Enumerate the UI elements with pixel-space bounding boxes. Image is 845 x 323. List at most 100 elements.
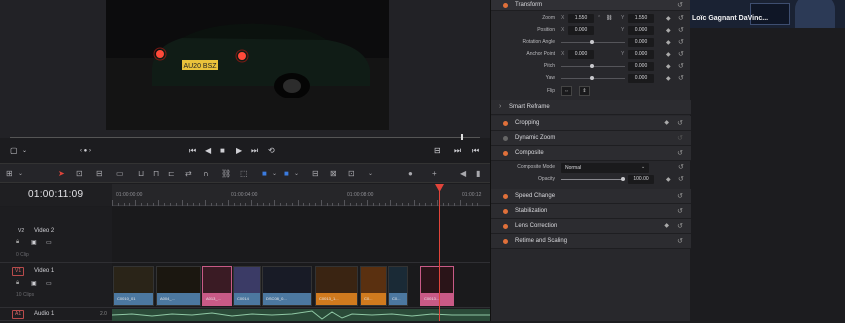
skip-to-end-icon[interactable]: ⏭ — [251, 146, 258, 156]
reset-icon[interactable]: ↺ — [677, 222, 683, 230]
opacity-field[interactable]: 100.00 — [628, 175, 654, 184]
skip-to-start-icon[interactable]: ⏮ — [189, 146, 196, 156]
reset-icon[interactable]: ↺ — [677, 207, 683, 215]
play-icon[interactable]: ▶ — [236, 146, 242, 156]
enable-dot-icon[interactable] — [503, 151, 508, 156]
position-x-field[interactable]: 0.000 — [568, 26, 594, 35]
reset-icon[interactable]: ↺ — [677, 237, 683, 245]
rotation-field[interactable]: 0.000 — [628, 38, 654, 47]
yaw-slider-knob[interactable] — [590, 76, 594, 80]
stop-icon[interactable]: ■ — [220, 146, 225, 156]
audio-meter-icon[interactable]: ▮ — [476, 169, 480, 179]
reset-icon[interactable]: ↺ — [677, 192, 683, 200]
lock-icon[interactable]: 🔒︎ — [16, 280, 19, 287]
track-name-v1[interactable]: Video 1 — [34, 268, 54, 274]
blade-tool-icon[interactable]: ⊟ — [96, 169, 103, 179]
chevron-down-icon[interactable]: ⌄ — [641, 164, 645, 170]
pitch-slider-knob[interactable] — [590, 64, 594, 68]
arrow-icon[interactable]: ⇄ — [185, 169, 192, 179]
keyframe-icon[interactable]: ◆ — [664, 119, 669, 126]
scrub-playhead[interactable] — [461, 134, 463, 140]
prev-frame-icon[interactable]: ⏭ — [454, 146, 461, 156]
track-badge-a1[interactable]: A1 — [12, 310, 25, 319]
enable-dot-icon[interactable] — [503, 121, 508, 126]
section-composite[interactable]: Composite ↺ — [491, 146, 691, 161]
next-frame-icon[interactable]: ⏮ — [472, 146, 479, 156]
step-back-icon[interactable]: ◀ — [205, 146, 211, 156]
flag-blue-icon[interactable]: ■ — [262, 169, 267, 179]
timeline-clip[interactable]: C0010_01 — [113, 266, 154, 306]
composite-mode-select[interactable]: Normal — [561, 163, 649, 173]
insert-clip-icon[interactable]: ⊔ — [138, 169, 144, 179]
marker-blue-icon[interactable]: ■ — [284, 169, 289, 179]
reset-icon[interactable]: ↺ — [678, 38, 684, 46]
video-frame[interactable]: AU20 BSZ — [106, 0, 389, 130]
reset-icon[interactable]: ↺ — [678, 175, 684, 183]
arrow-up-icon[interactable]: ⌃ — [597, 15, 601, 21]
track-badge-v2[interactable]: V2 — [16, 228, 26, 235]
link-icon[interactable]: ⛓ — [221, 169, 231, 179]
reset-icon[interactable]: ↺ — [678, 62, 684, 70]
dot-menu-icon[interactable]: ‹ ● › — [80, 146, 91, 156]
zoom-detail-icon[interactable]: ⊠ — [330, 169, 337, 179]
chevron-down-icon[interactable]: ⌄ — [272, 169, 277, 179]
yaw-field[interactable]: 0.000 — [628, 74, 654, 83]
timeline-clip[interactable]: C0014 — [233, 266, 261, 306]
enable-dot-icon[interactable] — [503, 194, 508, 199]
viewer-mode-icon[interactable]: ▢ — [10, 146, 18, 156]
enable-dot-icon[interactable] — [503, 209, 508, 214]
enable-dot-icon[interactable] — [503, 136, 508, 141]
reset-icon[interactable]: ↺ — [678, 26, 684, 34]
section-cropping[interactable]: Cropping ◆ ↺ — [491, 116, 691, 131]
keyframe-icon[interactable]: ◆ — [666, 75, 671, 82]
enable-dot-icon[interactable] — [503, 224, 508, 229]
chevron-down-icon[interactable]: ⌄ — [18, 169, 23, 179]
reset-icon[interactable]: ↺ — [678, 74, 684, 82]
dynamic-trim-icon[interactable]: ▭ — [116, 169, 124, 179]
keyframe-icon[interactable]: ◆ — [666, 51, 671, 58]
auto-track-icon[interactable]: ▣ — [31, 239, 37, 246]
enable-dot-icon[interactable] — [503, 3, 508, 8]
match-frame-icon[interactable]: ⊟ — [434, 146, 441, 156]
timeline-clip[interactable]: C0... — [360, 266, 387, 306]
keyframe-icon[interactable]: ◆ — [666, 27, 671, 34]
lock-icon[interactable]: 🔒︎ — [16, 239, 19, 246]
section-transform[interactable]: Transform ↺ — [491, 0, 691, 11]
zoom-in-icon[interactable]: + — [432, 169, 437, 179]
zoom-y-field[interactable]: 1.550 — [628, 14, 654, 23]
loop-icon[interactable]: ⟲ — [268, 146, 275, 156]
position-lock-icon[interactable]: ⬚ — [240, 169, 248, 179]
pitch-field[interactable]: 0.000 — [628, 62, 654, 71]
section-speed-change[interactable]: Speed Change ↺ — [491, 189, 691, 204]
opacity-slider[interactable] — [561, 179, 625, 180]
timeline-clip[interactable]: A004_... — [156, 266, 201, 306]
audio-clip[interactable] — [111, 309, 490, 321]
auto-track-icon[interactable]: ▣ — [31, 280, 37, 287]
flip-vertical-button[interactable]: ⇕ — [579, 86, 590, 96]
reset-icon[interactable]: ↺ — [677, 134, 683, 142]
section-lens-correction[interactable]: Lens Correction ◆ ↺ — [491, 219, 691, 234]
keyframe-icon[interactable]: ◆ — [664, 222, 669, 229]
timeline-timecode[interactable]: 01:00:11:09 — [28, 189, 83, 200]
flip-horizontal-button[interactable]: ⇔ — [561, 86, 572, 96]
disable-track-icon[interactable]: ▭ — [46, 239, 52, 246]
keyframe-icon[interactable]: ◆ — [666, 63, 671, 70]
selection-tool-icon[interactable]: ➤ — [58, 169, 65, 179]
timeline-playhead[interactable] — [439, 184, 440, 321]
track-name-a1[interactable]: Audio 1 — [34, 311, 54, 317]
section-dynamic-zoom[interactable]: Dynamic Zoom ↺ — [491, 131, 691, 146]
snapping-icon[interactable]: ∩ — [203, 169, 209, 179]
keyframe-icon[interactable]: ◆ — [666, 39, 671, 46]
position-y-field[interactable]: 0.000 — [628, 26, 654, 35]
zoom-slider-knob[interactable]: ● — [408, 169, 413, 179]
keyframe-icon[interactable]: ◆ — [666, 15, 671, 22]
reset-icon[interactable]: ↺ — [678, 163, 684, 171]
track-name-v2[interactable]: Video 2 — [34, 228, 54, 234]
timeline-ruler[interactable] — [112, 184, 490, 206]
chevron-down-icon[interactable]: ⌄ — [22, 146, 27, 156]
opacity-slider-knob[interactable] — [621, 177, 625, 181]
disable-track-icon[interactable]: ▭ — [46, 280, 52, 287]
enable-dot-icon[interactable] — [503, 239, 508, 244]
reset-icon[interactable]: ↺ — [678, 14, 684, 22]
link-icon[interactable]: ⛓ — [606, 15, 612, 21]
